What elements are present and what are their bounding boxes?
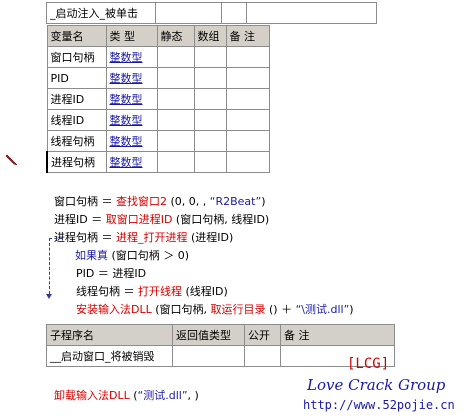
var-static-cell[interactable] xyxy=(156,130,195,152)
var-type-cell[interactable]: 整数型 xyxy=(105,109,158,131)
header-type: 类 型 xyxy=(105,25,158,47)
code-end: ) xyxy=(349,303,354,316)
code-line-open-thread[interactable]: 线程句柄 ＝ 打开线程 (线程ID) xyxy=(69,265,228,298)
var-type-cell[interactable]: 整数型 xyxy=(105,67,158,89)
var-static-cell[interactable] xyxy=(156,46,195,68)
code-args: (窗口句柄, xyxy=(151,303,211,316)
sub-return-cell[interactable] xyxy=(172,345,245,367)
var-remark-cell[interactable] xyxy=(225,67,270,89)
event-cell-4[interactable] xyxy=(246,2,377,24)
code-args-2: () ＋ xyxy=(265,303,296,316)
code-string: “测试.dll” xyxy=(137,389,188,402)
table-row[interactable]: 窗口句柄 整数型 xyxy=(46,46,270,68)
code-line-install-ime[interactable]: 安装输入法DLL (窗口句柄, 取运行目录 () ＋ “\测试.dll”) xyxy=(69,283,354,316)
table-row[interactable]: __启动窗口_将被销毁 xyxy=(46,345,395,367)
header-array: 数组 xyxy=(193,25,227,47)
subroutine-table-header: 子程序名 返回值类型 公开 备 注 xyxy=(46,324,395,346)
watermark-url: http://www.52pojie.cn xyxy=(303,398,455,412)
code-line-find-window[interactable]: 窗口句柄 ＝ 查找窗口2 (0, 0, , “R2Beat”) xyxy=(47,175,265,208)
var-static-cell[interactable] xyxy=(156,109,195,131)
var-array-cell[interactable] xyxy=(193,109,227,131)
var-remark-cell[interactable] xyxy=(225,109,270,131)
table-row[interactable]: PID 整数型 xyxy=(46,67,270,89)
var-type-cell[interactable]: 整数型 xyxy=(105,46,158,68)
var-array-cell[interactable] xyxy=(193,67,227,89)
var-name-cell[interactable]: 进程ID xyxy=(46,88,107,110)
flow-arrow-icon xyxy=(46,294,52,299)
code-line-get-pid[interactable]: 进程ID ＝ 取窗口进程ID (窗口句柄, 线程ID) xyxy=(47,193,269,226)
var-static-cell[interactable] xyxy=(156,88,195,110)
watermark-name: Love Crack Group xyxy=(307,376,446,394)
table-row[interactable]: 进程句柄 整数型 xyxy=(46,151,270,173)
var-remark-cell[interactable] xyxy=(225,130,270,152)
code-function[interactable]: 安装输入法DLL xyxy=(76,303,152,316)
pencil-icon xyxy=(5,154,18,166)
variable-table: 变量名 类 型 静态 数组 备 注 窗口句柄 整数型 PID 整数型 进程ID … xyxy=(46,25,270,173)
code-line-uninstall-ime[interactable]: 卸载输入法DLL (“测试.dll”, ) xyxy=(47,369,199,402)
watermark-tag: [LCG] xyxy=(347,356,390,372)
var-type-link[interactable]: 整数型 xyxy=(110,51,143,64)
var-type-link[interactable]: 整数型 xyxy=(110,156,143,169)
event-cell-2[interactable] xyxy=(155,2,222,24)
var-name-cell[interactable]: 进程句柄 xyxy=(46,151,107,173)
event-table: _启动注入_被单击 xyxy=(46,2,377,24)
var-remark-cell[interactable] xyxy=(225,46,270,68)
code-string: “\测试.dll” xyxy=(295,303,350,316)
code-args: ( xyxy=(129,389,138,402)
var-array-cell[interactable] xyxy=(193,46,227,68)
code-line-assign-pid[interactable]: PID ＝ 进程ID xyxy=(69,247,146,280)
var-type-cell[interactable]: 整数型 xyxy=(105,151,158,173)
var-static-cell[interactable] xyxy=(156,151,195,173)
table-row[interactable]: 线程ID 整数型 xyxy=(46,109,270,131)
header-var-name: 变量名 xyxy=(46,25,107,47)
flow-guide-top xyxy=(49,238,63,239)
var-name-cell[interactable]: 线程ID xyxy=(46,109,107,131)
sub-public-cell[interactable] xyxy=(244,345,281,367)
var-type-cell[interactable]: 整数型 xyxy=(105,130,158,152)
header-return-type: 返回值类型 xyxy=(172,324,245,346)
subroutine-table: 子程序名 返回值类型 公开 备 注 __启动窗口_将被销毁 xyxy=(46,324,395,367)
event-name-cell[interactable]: _启动注入_被单击 xyxy=(46,2,156,24)
code-function[interactable]: 卸载输入法DLL xyxy=(54,389,130,402)
header-sub-name: 子程序名 xyxy=(46,324,173,346)
var-array-cell[interactable] xyxy=(193,130,227,152)
sub-name-cell[interactable]: __启动窗口_将被销毁 xyxy=(46,345,173,367)
header-remark: 备 注 xyxy=(280,324,395,346)
var-array-cell[interactable] xyxy=(193,88,227,110)
code-line-if-true[interactable]: 如果真 (窗口句柄 ＞ 0) xyxy=(68,229,189,262)
var-name-cell[interactable]: PID xyxy=(46,67,107,89)
table-row[interactable]: 线程句柄 整数型 xyxy=(46,130,270,152)
header-static: 静态 xyxy=(156,25,195,47)
var-name-cell[interactable]: 窗口句柄 xyxy=(46,46,107,68)
header-remark: 备 注 xyxy=(225,25,270,47)
var-remark-cell[interactable] xyxy=(225,151,270,173)
var-type-link[interactable]: 整数型 xyxy=(110,114,143,127)
header-public: 公开 xyxy=(244,324,281,346)
event-name: _启动注入_被单击 xyxy=(50,6,138,20)
event-cell-3[interactable] xyxy=(221,2,247,24)
code-end: , ) xyxy=(187,389,199,402)
code-function-2[interactable]: 取运行目录 xyxy=(211,303,266,316)
var-type-link[interactable]: 整数型 xyxy=(110,72,143,85)
code-line-open-process[interactable]: 进程句柄 ＝ 进程_打开进程 (进程ID) xyxy=(47,211,233,244)
var-remark-cell[interactable] xyxy=(225,88,270,110)
var-type-cell[interactable]: 整数型 xyxy=(105,88,158,110)
var-array-cell[interactable] xyxy=(193,151,227,173)
var-name-cell[interactable]: 线程句柄 xyxy=(46,130,107,152)
var-static-cell[interactable] xyxy=(156,67,195,89)
code-args: (进程ID) xyxy=(187,231,234,244)
table-row[interactable]: 进程ID 整数型 xyxy=(46,88,270,110)
flow-guide-line xyxy=(49,238,50,294)
variable-table-header: 变量名 类 型 静态 数组 备 注 xyxy=(46,25,270,47)
var-type-link[interactable]: 整数型 xyxy=(110,135,143,148)
var-type-link[interactable]: 整数型 xyxy=(110,93,143,106)
